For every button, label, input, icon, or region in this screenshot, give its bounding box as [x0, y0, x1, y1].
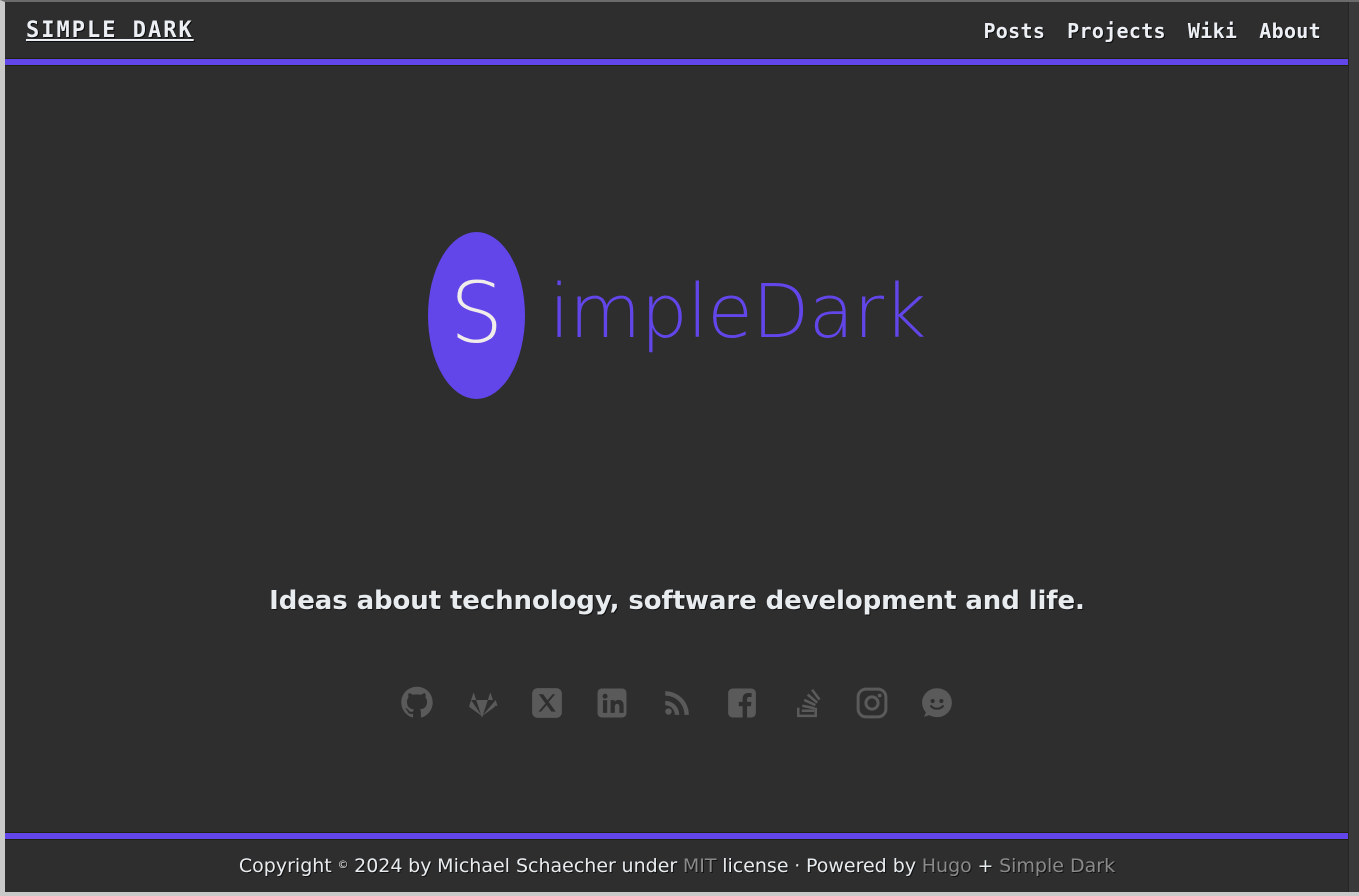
footer-year: 2024: [354, 855, 403, 877]
linkedin-icon: [597, 688, 627, 718]
footer-plus: +: [977, 855, 994, 877]
logo-letter: S: [449, 263, 504, 362]
x-twitter-icon-link[interactable]: [529, 685, 565, 721]
footer-copyright-word: Copyright: [238, 855, 332, 877]
rss-icon-link[interactable]: [659, 685, 695, 721]
instagram-icon-link[interactable]: [854, 685, 890, 721]
copyright-symbol-icon: ©: [337, 857, 349, 871]
page-body: SIMPLE DARK Posts Projects Wiki About S …: [5, 2, 1349, 892]
main-content: S impleDark Ideas about technology, soft…: [5, 66, 1349, 828]
x-twitter-icon: [532, 688, 562, 718]
linkedin-icon-link[interactable]: [594, 685, 630, 721]
stack-overflow-icon: [797, 688, 821, 717]
social-links: [5, 685, 1349, 721]
gitlab-icon-link[interactable]: [464, 685, 500, 721]
browser-viewport: SIMPLE DARK Posts Projects Wiki About S …: [0, 0, 1359, 896]
footer-theme-link[interactable]: Simple Dark: [999, 855, 1115, 877]
nav-item-about[interactable]: About: [1259, 19, 1321, 43]
gitlab-icon: [469, 692, 499, 718]
reddit-icon: [922, 688, 952, 718]
site-logo[interactable]: S impleDark: [5, 232, 1349, 399]
rss-icon: [665, 691, 689, 715]
footer-license-word: license: [722, 855, 789, 877]
github-icon-link[interactable]: [399, 685, 435, 721]
nav-item-wiki[interactable]: Wiki: [1188, 19, 1237, 43]
footer-separator: ·: [794, 855, 801, 877]
page-scrollbar-gutter[interactable]: [1348, 2, 1359, 892]
footer-by-word: by: [408, 855, 432, 877]
facebook-icon-link[interactable]: [724, 685, 760, 721]
instagram-icon: [856, 687, 888, 719]
logo-wordmark: impleDark: [549, 268, 926, 355]
primary-navigation: Posts Projects Wiki About: [983, 19, 1321, 43]
reddit-icon-link[interactable]: [919, 685, 955, 721]
site-tagline: Ideas about technology, software develop…: [269, 586, 1085, 616]
site-header: SIMPLE DARK Posts Projects Wiki About: [5, 2, 1349, 58]
footer-author: Michael Schaecher: [437, 855, 616, 877]
nav-item-projects[interactable]: Projects: [1067, 19, 1166, 43]
site-brand-title[interactable]: SIMPLE DARK: [26, 18, 194, 43]
logo-ellipse-mark: S: [428, 232, 526, 399]
footer-accent-divider: [5, 832, 1349, 840]
stack-overflow-icon-link[interactable]: [789, 685, 825, 721]
facebook-icon: [728, 688, 756, 718]
footer-license-link[interactable]: MIT: [683, 855, 717, 877]
nav-item-posts[interactable]: Posts: [983, 19, 1045, 43]
footer-under-word: under: [621, 855, 678, 877]
github-icon: [401, 686, 433, 718]
footer-generator-link[interactable]: Hugo: [922, 855, 972, 877]
header-accent-divider: [5, 58, 1349, 66]
site-footer: Copyright © 2024 by Michael Schaecher under MI…: [5, 840, 1349, 892]
footer-powered-by: Powered by: [805, 855, 917, 877]
